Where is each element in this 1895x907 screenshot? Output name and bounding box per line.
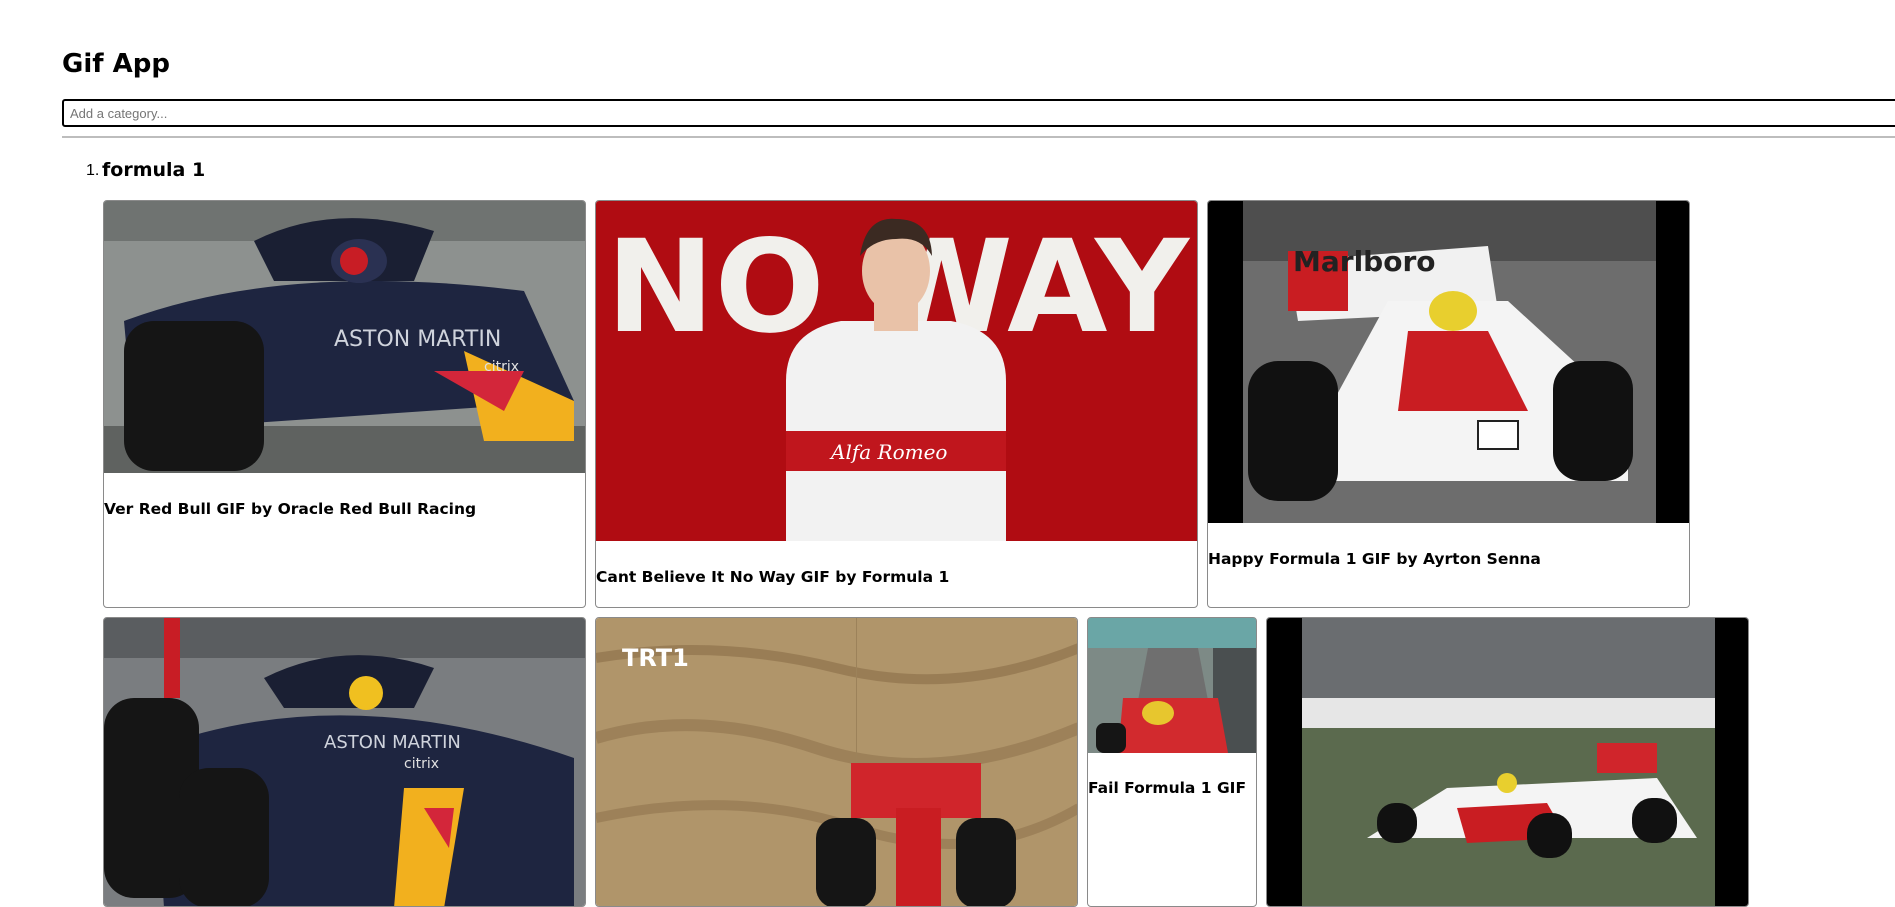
gif-card[interactable] [1266, 617, 1749, 907]
gif-card[interactable]: Marlboro Happy Formula 1 GIF by Ayrton S… [1207, 200, 1690, 608]
gif-image[interactable] [1088, 618, 1256, 753]
gif-image[interactable]: TRT1 [596, 618, 1077, 906]
gif-card[interactable]: ASTON MARTIN citrix [103, 617, 586, 907]
category-number: 1. [86, 162, 100, 179]
gif-image[interactable]: NO WAY Alfa Romeo [596, 201, 1197, 541]
gif-image[interactable]: ASTON MARTIN citrix [104, 618, 585, 906]
gif-image[interactable] [1267, 618, 1748, 906]
app-title: Gif App [62, 49, 170, 79]
svg-text:ASTON MARTIN: ASTON MARTIN [324, 732, 461, 753]
gif-image[interactable]: ASTON MARTIN citrix [104, 201, 585, 473]
gif-image[interactable]: Marlboro [1208, 201, 1689, 523]
svg-text:ASTON MARTIN: ASTON MARTIN [334, 327, 501, 352]
gif-card[interactable]: TRT1 [595, 617, 1078, 907]
svg-text:citrix: citrix [484, 359, 519, 375]
divider [62, 136, 1895, 138]
gif-title: Ver Red Bull GIF by Oracle Red Bull Raci… [104, 500, 477, 518]
gif-card[interactable]: Fail Formula 1 GIF [1087, 617, 1257, 907]
svg-text:citrix: citrix [404, 756, 439, 772]
category-title: formula 1 [102, 159, 206, 181]
svg-text:Alfa Romeo: Alfa Romeo [829, 440, 947, 464]
gif-title: Happy Formula 1 GIF by Ayrton Senna [1208, 550, 1541, 568]
category-input[interactable] [62, 99, 1895, 127]
gif-title: Fail Formula 1 GIF [1088, 779, 1247, 797]
svg-text:Marlboro: Marlboro [1293, 245, 1436, 278]
gif-title: Cant Believe It No Way GIF by Formula 1 [596, 568, 950, 586]
trt1-logo: TRT1 [622, 644, 689, 672]
gif-card[interactable]: ASTON MARTIN citrix Ver Red Bull GIF by … [103, 200, 586, 608]
gif-card[interactable]: NO WAY Alfa Romeo Cant Believe It No Way… [595, 200, 1198, 608]
